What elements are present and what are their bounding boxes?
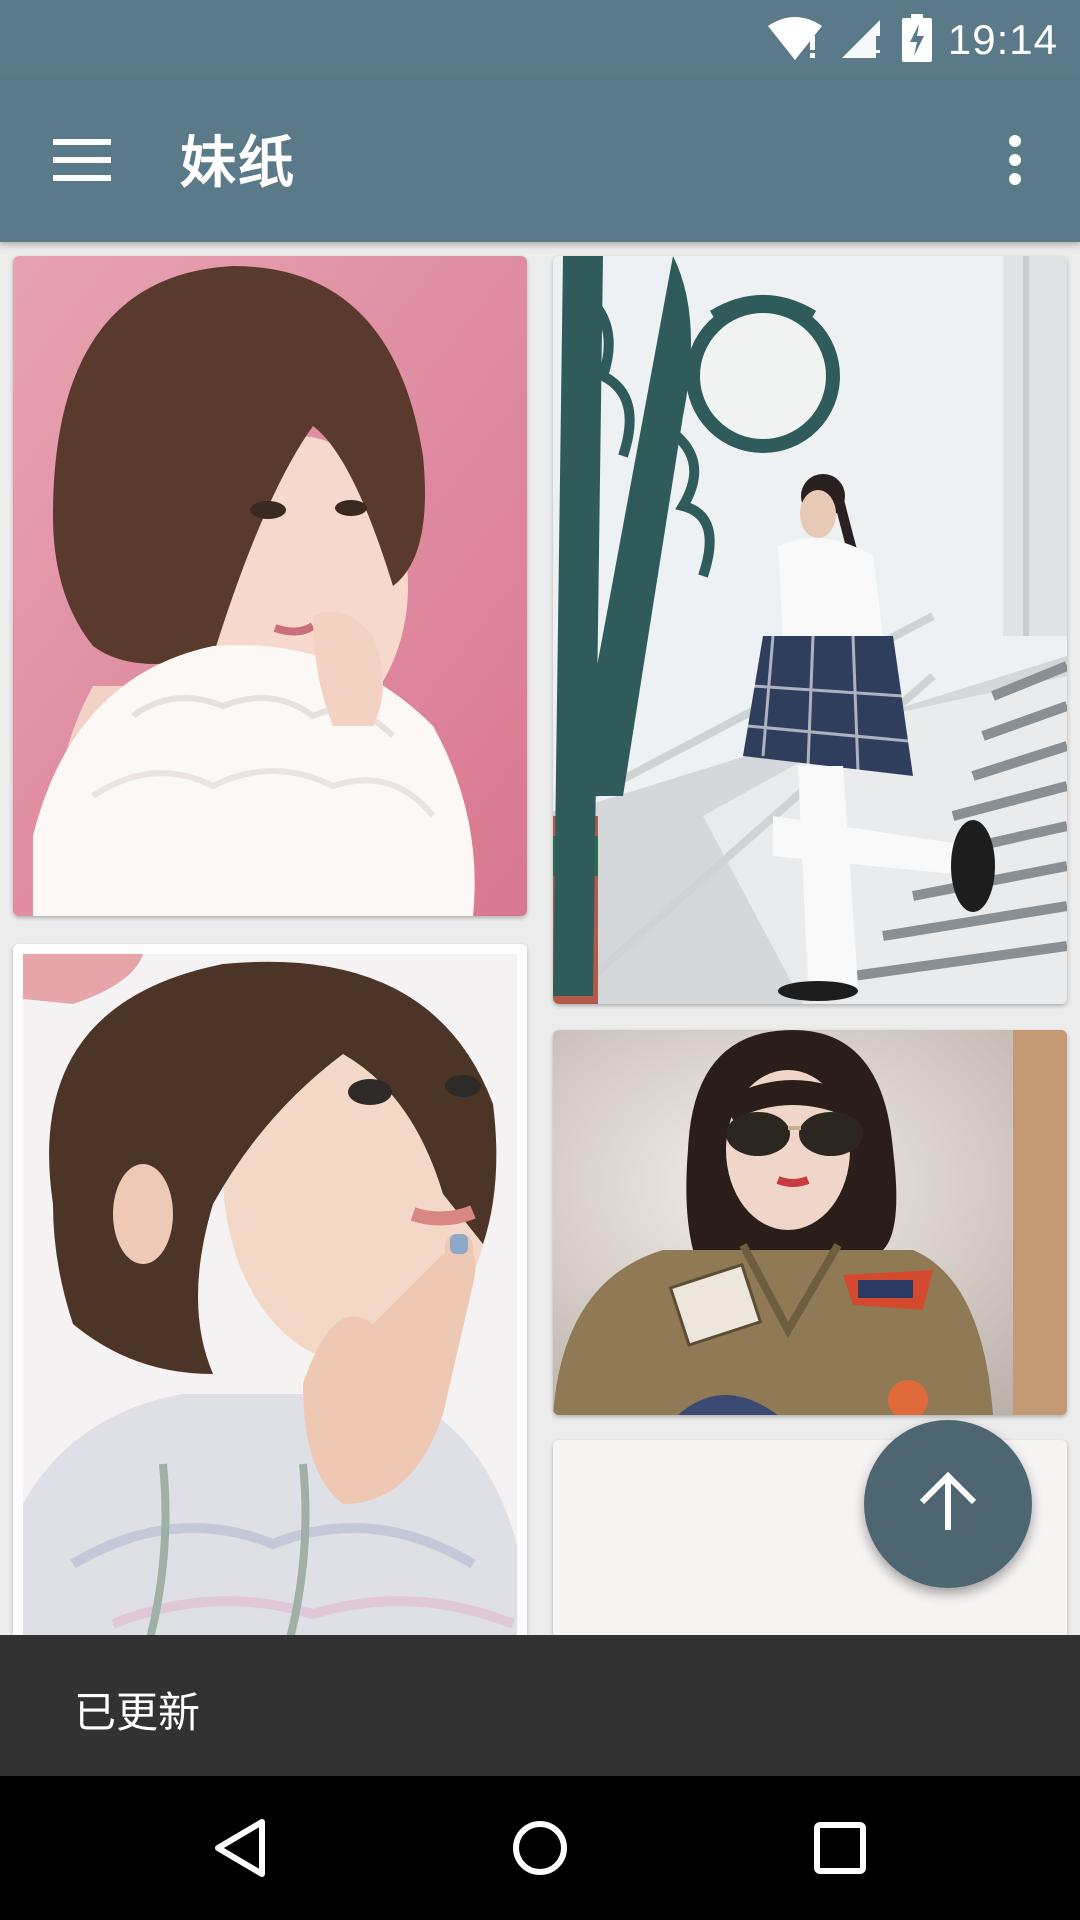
page-title: 妹纸 bbox=[180, 131, 296, 196]
photo-girl-aviator-sunglasses-uniform[interactable] bbox=[553, 1030, 1067, 1415]
photo-girl-on-stairs-lamp-post[interactable] bbox=[553, 256, 1067, 1004]
app-bar: 妹纸 bbox=[0, 80, 1080, 242]
snackbar-message: 已更新 bbox=[74, 1688, 201, 1737]
photo-short-hair-finger-on-chin[interactable] bbox=[13, 944, 527, 1635]
scroll-to-top-button[interactable] bbox=[864, 1420, 1032, 1588]
recents-icon[interactable] bbox=[800, 1808, 880, 1888]
battery-charging-icon bbox=[901, 14, 932, 66]
status-bar: 19:14 bbox=[0, 0, 1080, 80]
home-icon[interactable] bbox=[500, 1808, 580, 1888]
more-vert-icon[interactable] bbox=[980, 125, 1050, 195]
arrow-up-icon bbox=[916, 1470, 980, 1538]
system-nav-bar bbox=[0, 1776, 1080, 1920]
hamburger-menu-icon[interactable] bbox=[42, 125, 122, 195]
status-icons: 19:14 bbox=[766, 10, 1058, 70]
back-icon[interactable] bbox=[200, 1808, 280, 1888]
wifi-icon bbox=[766, 16, 824, 64]
signal-icon bbox=[840, 16, 886, 64]
status-time: 19:14 bbox=[947, 16, 1058, 63]
photo-short-bob-pink-background[interactable] bbox=[13, 256, 527, 916]
app-screen: 19:14 妹纸 已更新 bbox=[0, 0, 1080, 1920]
snackbar: 已更新 bbox=[0, 1635, 1080, 1776]
